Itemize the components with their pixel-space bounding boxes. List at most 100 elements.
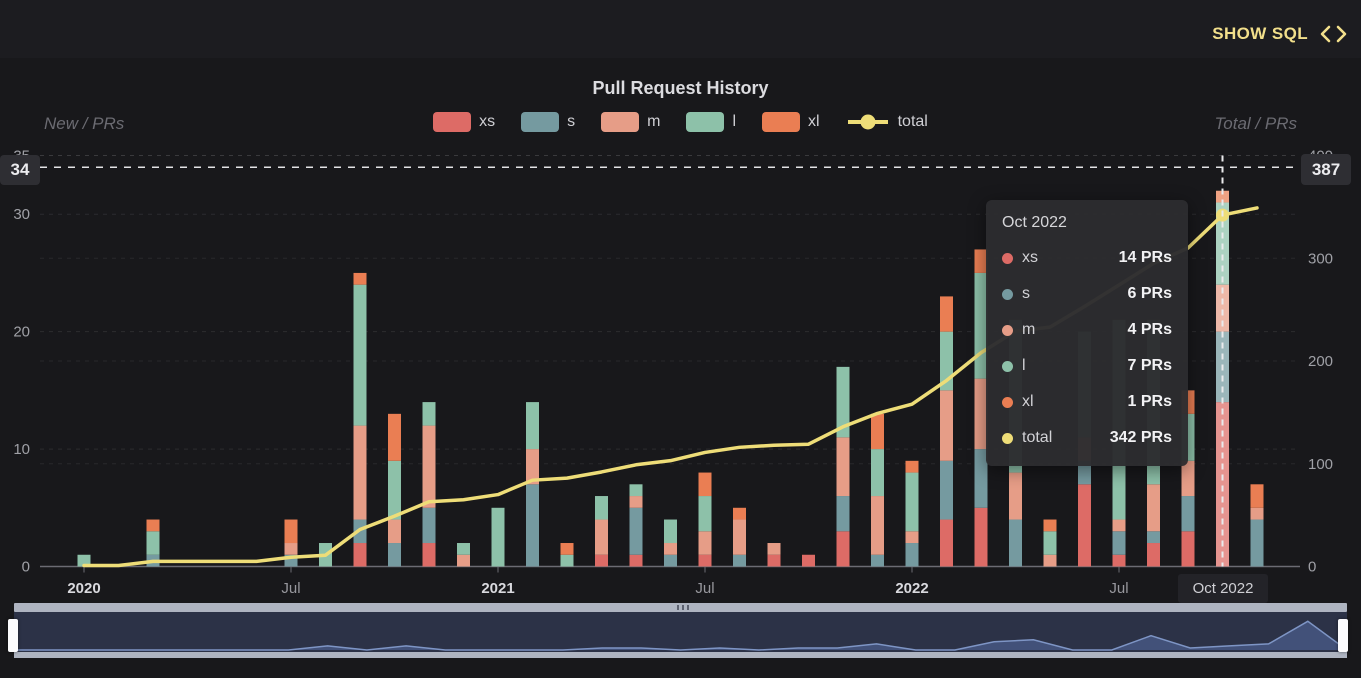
tooltip-series-label: m [1022, 321, 1035, 339]
bar-segment [906, 543, 919, 566]
svg-text:300: 300 [1308, 250, 1333, 267]
bar-segment [147, 531, 160, 554]
bar-segment [561, 543, 574, 555]
page: SHOW SQL Pull Request History New / PRs … [0, 0, 1361, 678]
bar-segment [871, 555, 884, 567]
bar-segment [940, 461, 953, 520]
bar-segment [147, 520, 160, 532]
bar-segment [733, 520, 746, 555]
bar-segment [1113, 531, 1126, 554]
bar-segment [664, 543, 677, 555]
tooltip-series-label: l [1022, 357, 1026, 375]
bar-segment [285, 543, 298, 555]
grip-icon [677, 605, 689, 610]
bar-segment [423, 402, 436, 425]
bar-segment [1078, 484, 1091, 566]
bar-segment [561, 555, 574, 567]
bar-segment [1044, 555, 1057, 567]
tooltip-row: total 342 PRs [1002, 420, 1172, 456]
bar-segment [940, 520, 953, 567]
bar-segment [354, 285, 367, 426]
bar-segment [664, 555, 677, 567]
datazoom-slider [14, 603, 1347, 658]
bar-segment [664, 520, 677, 543]
tooltip-series-label: s [1022, 285, 1030, 303]
datazoom-left-handle[interactable] [8, 619, 18, 652]
bar-segment [837, 496, 850, 531]
bar-segment [526, 484, 539, 566]
bar-segment [802, 555, 815, 567]
tooltip-row: m 4 PRs [1002, 312, 1172, 348]
svg-text:0: 0 [22, 559, 30, 576]
bar-segment [595, 496, 608, 519]
bar-segment [733, 555, 746, 567]
bar-segment [1009, 520, 1022, 567]
bar-segment [1009, 473, 1022, 520]
bar-segment [768, 555, 781, 567]
bar-segment [630, 508, 643, 555]
bar-segment [871, 449, 884, 496]
tooltip-row: s 6 PRs [1002, 276, 1172, 312]
tooltip-row: xs 14 PRs [1002, 240, 1172, 276]
bar-segment [423, 508, 436, 543]
bar-segment [871, 496, 884, 555]
bar-segment [1044, 520, 1057, 532]
bar-segment [733, 508, 746, 520]
bar-segment [906, 461, 919, 473]
bar-segment [1182, 496, 1195, 531]
bar-segment [388, 543, 401, 566]
bar-segment [354, 543, 367, 566]
tooltip-row: l 7 PRs [1002, 348, 1172, 384]
bar-segment [1182, 531, 1195, 566]
tooltip-series-value: 14 PRs [1119, 249, 1172, 267]
series-dot-icon [1002, 433, 1013, 444]
bar-segment [1044, 531, 1057, 554]
crosshair-x-axis-badge: Oct 2022 [1178, 574, 1268, 603]
svg-text:0: 0 [1308, 559, 1316, 576]
bar-segment [871, 414, 884, 449]
bar-segment [595, 555, 608, 567]
bar-segment [940, 390, 953, 460]
datazoom-right-handle[interactable] [1338, 619, 1348, 652]
svg-text:Jul: Jul [695, 580, 714, 597]
datazoom-data-shadow [14, 612, 1347, 652]
bar-segment [595, 520, 608, 555]
bar-segment [1182, 461, 1195, 496]
bar-segment [388, 461, 401, 520]
crosshair-left-axis-badge: 34 [0, 155, 40, 185]
bar-segment [492, 508, 505, 567]
bar-segment [1251, 484, 1264, 507]
datazoom-panel[interactable] [14, 612, 1347, 652]
bar-segment [354, 426, 367, 520]
bar-segment [457, 555, 470, 567]
bar-segment [699, 555, 712, 567]
bar-segment [1113, 520, 1126, 532]
chart-tooltip: Oct 2022 xs 14 PRs s 6 PRs m 4 PRs l 7 P… [986, 200, 1188, 466]
bar-segment [940, 296, 953, 331]
tooltip-series-value: 6 PRs [1128, 285, 1172, 303]
bar-segment [1251, 508, 1264, 520]
svg-text:20: 20 [13, 324, 30, 341]
series-dot-icon [1002, 361, 1013, 372]
bar-segment [388, 414, 401, 461]
datazoom-move-handle[interactable] [14, 603, 1347, 612]
tooltip-series-label: xs [1022, 249, 1038, 267]
bar-segment [423, 426, 436, 508]
svg-text:2020: 2020 [67, 580, 100, 597]
bar-segment [699, 473, 712, 496]
bar-segment [354, 273, 367, 285]
bar-segment [285, 520, 298, 543]
series-dot-icon [1002, 253, 1013, 264]
tooltip-series-label: total [1022, 429, 1052, 447]
datazoom-bottom-rail[interactable] [14, 652, 1347, 658]
bar-segment [1251, 520, 1264, 567]
bar-segment [526, 402, 539, 449]
bar-segment [906, 473, 919, 532]
bar-segment [906, 531, 919, 543]
bar-segment [423, 543, 436, 566]
bar-segment [630, 484, 643, 496]
bar-segment [975, 508, 988, 567]
svg-text:Jul: Jul [281, 580, 300, 597]
tooltip-row: xl 1 PRs [1002, 384, 1172, 420]
crosshair-right-axis-badge: 387 [1301, 154, 1351, 185]
